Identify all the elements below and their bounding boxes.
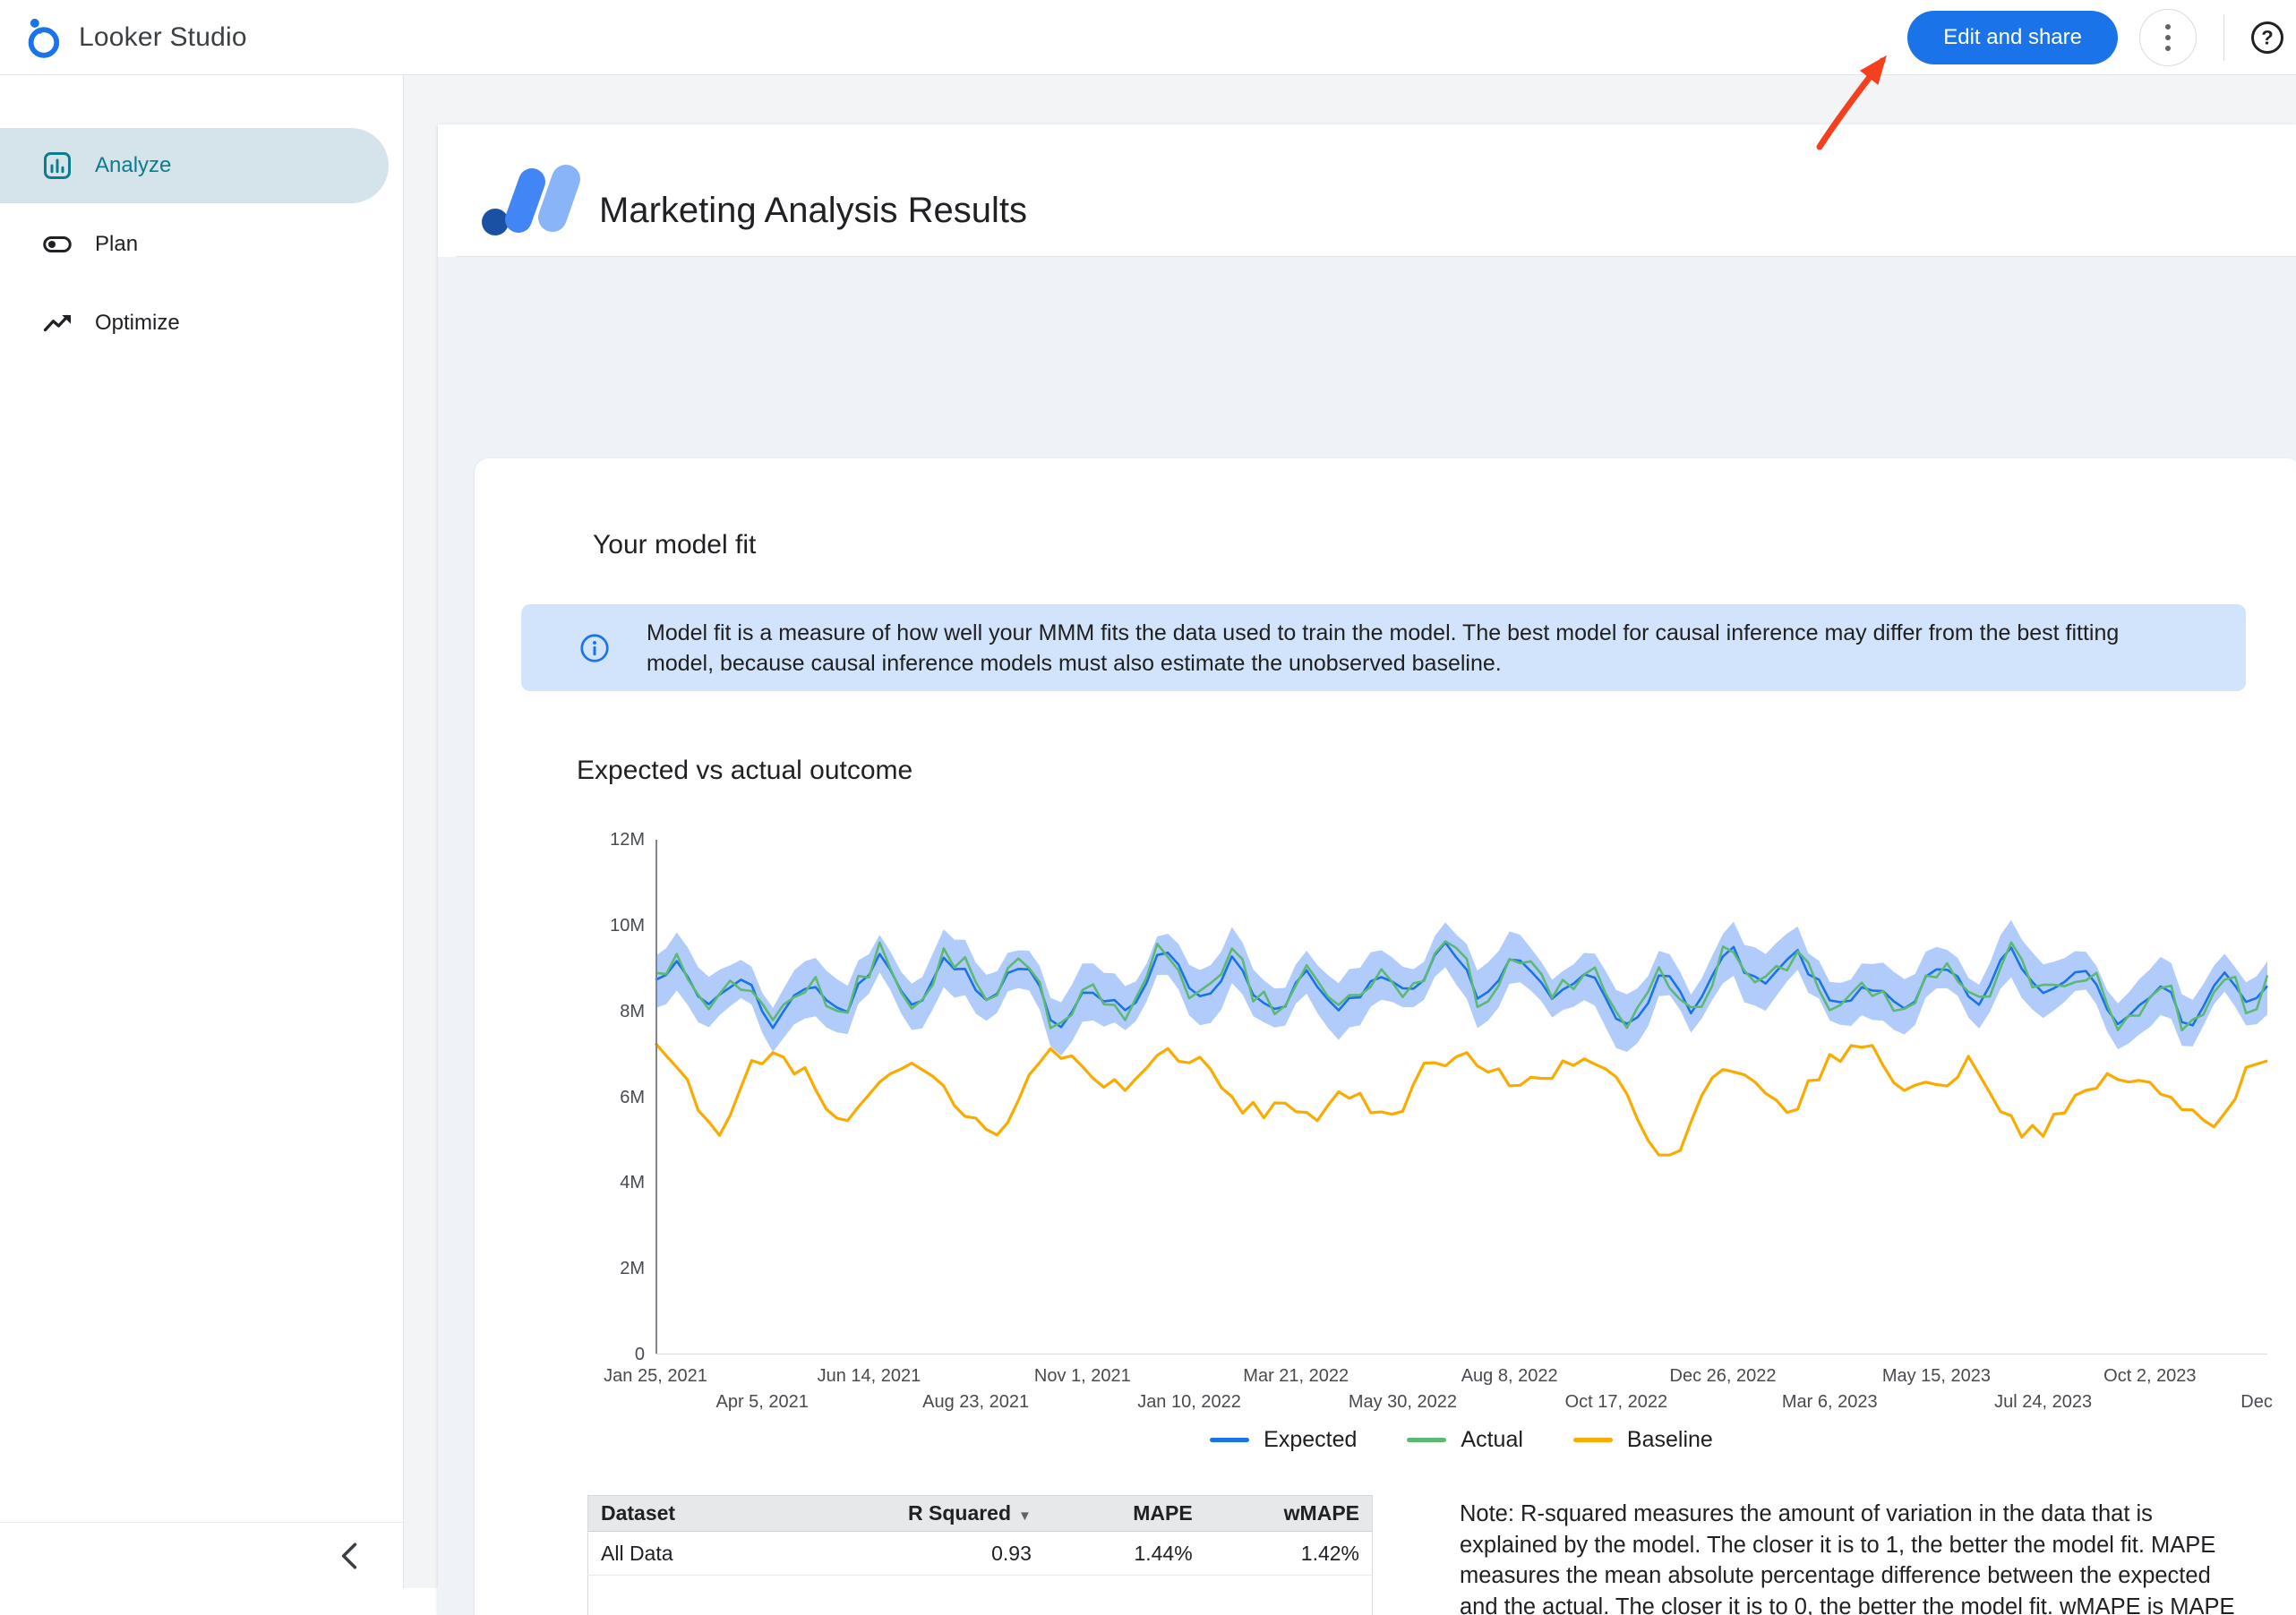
collapse-sidebar-button[interactable] [335,1538,364,1574]
trending-up-icon [41,307,73,339]
report-body: Your model fit Model fit is a measure of… [438,257,2296,1615]
legend-item-expected: Expected [1210,1427,1357,1453]
table-header-dataset[interactable]: Dataset [588,1496,830,1532]
sidebar-item-optimize[interactable]: Optimize [0,286,389,361]
sidebar-item-label: Plan [95,232,138,257]
report-canvas[interactable]: Marketing Analysis Results Your model fi… [438,124,2296,1615]
chart-title: Expected vs actual outcome [577,756,912,786]
card-title: Your model fit [593,530,756,560]
topbar: Looker Studio Edit and share ? [0,0,2296,75]
more-options-button[interactable] [2139,9,2197,66]
x-tick-label: Oct 2, 2023 [2078,1366,2222,1387]
sidebar-item-plan[interactable]: Plan [0,207,389,282]
app-name: Looker Studio [79,22,247,53]
sidebar-footer [0,1522,403,1588]
legend-label: Expected [1264,1427,1357,1453]
meridian-logo-icon [481,160,581,242]
info-icon [578,632,611,669]
x-tick-label: Mar 21, 2022 [1224,1366,1367,1387]
analytics-icon [41,150,73,182]
y-tick-label: 8M [475,1000,645,1023]
y-tick-label: 4M [475,1171,645,1194]
table-empty-area [588,1576,1373,1615]
x-tick-label: Jun 14, 2021 [797,1366,940,1387]
looker-studio-logo-icon [23,15,63,60]
sidebar-item-label: Analyze [95,153,171,178]
x-tick-label: Dec [2185,1392,2296,1413]
kebab-menu-icon [2165,24,2171,30]
legend-label: Baseline [1627,1427,1713,1453]
x-tick-label: Oct 17, 2022 [1545,1392,1688,1413]
x-tick-label: Jul 24, 2023 [1972,1392,2115,1413]
chart-legend: Expected Actual Baseline [655,1427,2267,1453]
x-tick-label: Aug 23, 2021 [904,1392,1048,1413]
y-tick-label: 6M [475,1086,645,1109]
sidebar-item-label: Optimize [95,311,180,336]
table-row: All Data 0.93 1.44% 1.42% [588,1532,1373,1576]
table-header-r-squared[interactable]: R Squared▼ [829,1496,1044,1532]
chevron-left-icon [338,1542,360,1570]
x-tick-label: Apr 5, 2021 [690,1392,834,1413]
legend-swatch [1573,1438,1613,1442]
topbar-divider [2223,14,2224,61]
model-fit-table: Dataset R Squared▼ MAPE wMAPE All Data 0… [587,1495,1373,1615]
y-tick-label: 10M [475,914,645,937]
svg-text:?: ? [2261,26,2273,48]
cell-wmape: 1.42% [1205,1532,1373,1576]
y-tick-label: 0 [475,1343,645,1366]
metrics-note: Note: R-squared measures the amount of v… [1460,1499,2240,1615]
main-area: Marketing Analysis Results Your model fi… [404,75,2296,1588]
report-title: Marketing Analysis Results [599,191,1027,231]
legend-item-actual: Actual [1407,1427,1522,1453]
sidebar-item-analyze[interactable]: Analyze [0,128,389,203]
x-tick-label: Nov 1, 2021 [1011,1366,1154,1387]
model-fit-info-text: Model fit is a measure of how well your … [647,618,2160,679]
table-header-wmape[interactable]: wMAPE [1205,1496,1373,1532]
baseline-line [655,1043,2267,1155]
expected-vs-actual-chart: 0 2M 4M 6M 8M 10M 12M Jan 25, 2021 Jun 14, 2021… [475,829,2280,1470]
legend-label: Actual [1461,1427,1522,1453]
cell-dataset: All Data [588,1532,830,1576]
help-button[interactable]: ? [2249,20,2285,56]
cell-mape: 1.44% [1044,1532,1205,1576]
model-fit-card: Your model fit Model fit is a measure of… [475,458,2296,1615]
x-tick-label: May 15, 2023 [1864,1366,2008,1387]
legend-item-baseline: Baseline [1573,1427,1713,1453]
edit-and-share-button[interactable]: Edit and share [1907,11,2118,64]
help-icon: ? [2249,20,2285,56]
x-tick-label: Dec 26, 2022 [1651,1366,1795,1387]
table-header-mape[interactable]: MAPE [1044,1496,1205,1532]
x-tick-label: Jan 25, 2021 [584,1366,727,1387]
sort-desc-icon: ▼ [1018,1508,1032,1524]
report-header: Marketing Analysis Results [438,124,2296,256]
model-fit-info-banner: Model fit is a measure of how well your … [521,604,2246,691]
legend-swatch [1407,1438,1446,1442]
toggle-icon [41,228,73,261]
x-tick-label: Aug 8, 2022 [1438,1366,1581,1387]
credible-band-area [655,920,2267,1055]
app-brand: Looker Studio [0,15,247,60]
table-header-row: Dataset R Squared▼ MAPE wMAPE [588,1496,1373,1532]
legend-swatch [1210,1438,1249,1442]
sidebar: Analyze Plan Optimize [0,75,404,1588]
cell-r-squared: 0.93 [829,1532,1044,1576]
y-tick-label: 12M [475,828,645,851]
x-tick-label: Jan 10, 2022 [1118,1392,1261,1413]
x-tick-label: Mar 6, 2023 [1758,1392,1901,1413]
outcome-chart-plot[interactable] [655,840,2267,1354]
x-tick-label: May 30, 2022 [1331,1392,1474,1413]
y-tick-label: 2M [475,1257,645,1280]
